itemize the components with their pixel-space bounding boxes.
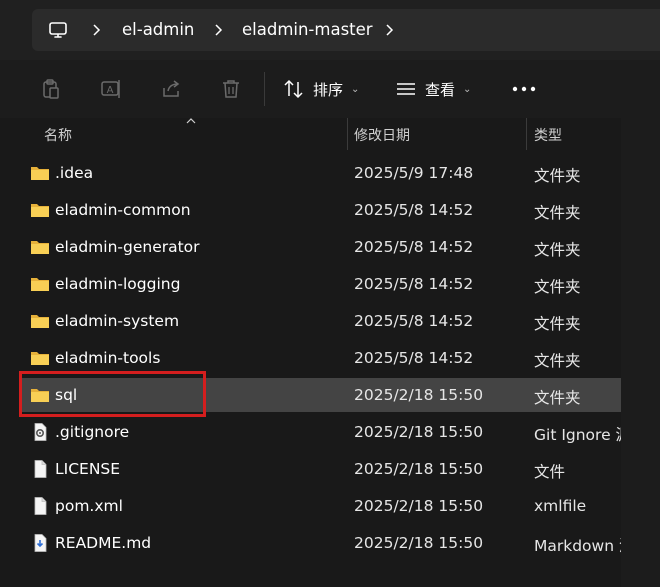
view-label: 查看 xyxy=(425,80,456,99)
chevron-right-icon[interactable] xyxy=(90,21,104,39)
markdown-file-icon xyxy=(30,534,50,552)
file-modified-date: 2025/2/18 15:50 xyxy=(354,534,484,552)
file-type: 文件夹 xyxy=(534,278,581,296)
file-row[interactable]: LICENSE 2025/2/18 15:50 文件 xyxy=(20,452,621,486)
file-type: 文件夹 xyxy=(534,204,581,222)
svg-text:A: A xyxy=(107,85,114,96)
file-name: eladmin-tools xyxy=(55,349,161,367)
command-bar: A 排序 ⌄ 查看 ⌄ xyxy=(0,60,660,119)
file-type: 文件 xyxy=(534,463,566,481)
file-type: Git Ignore 源 xyxy=(534,426,621,444)
file-modified-date: 2025/5/8 14:52 xyxy=(354,275,474,293)
sort-label: 排序 xyxy=(313,80,344,99)
file-name: README.md xyxy=(55,534,152,552)
view-list-icon xyxy=(397,83,415,95)
sort-button[interactable]: 排序 ⌄ xyxy=(283,74,359,104)
address-bar[interactable]: el-admin eladmin-master xyxy=(32,9,660,51)
file-type: 文件夹 xyxy=(534,167,581,185)
file-modified-date: 2025/2/18 15:50 xyxy=(354,386,484,404)
address-bar-area: el-admin eladmin-master xyxy=(0,0,660,60)
file-type: Markdown 源 xyxy=(534,537,621,555)
file-row[interactable]: eladmin-generator 2025/5/8 14:52 文件夹 xyxy=(20,230,621,264)
chevron-down-icon: ⌄ xyxy=(351,83,360,95)
folder-icon xyxy=(30,164,50,182)
share-icon[interactable] xyxy=(160,78,182,100)
file-modified-date: 2025/5/8 14:52 xyxy=(354,201,474,219)
column-type-header[interactable]: 类型 xyxy=(534,125,562,145)
folder-icon xyxy=(30,349,50,367)
file-modified-date: 2025/5/8 14:52 xyxy=(354,312,474,330)
chevron-right-icon[interactable] xyxy=(212,21,226,39)
file-name: pom.xml xyxy=(55,497,123,515)
file-icon xyxy=(30,497,50,515)
highlight-annotation-box xyxy=(19,371,206,417)
file-name: .gitignore xyxy=(55,423,130,441)
column-name-header[interactable]: 名称 xyxy=(44,125,72,145)
paste-icon[interactable] xyxy=(40,78,62,100)
file-modified-date: 2025/2/18 15:50 xyxy=(354,497,484,515)
view-button[interactable]: 查看 ⌄ xyxy=(395,74,471,104)
file-row[interactable]: .gitignore 2025/2/18 15:50 Git Ignore 源 xyxy=(20,415,621,449)
sort-ascending-icon xyxy=(186,118,196,124)
breadcrumb-item-el-admin[interactable]: el-admin xyxy=(122,18,194,42)
chevron-down-icon: ⌄ xyxy=(463,83,472,95)
file-list: 名称 修改日期 类型 .idea 2025/5/9 17:48 文件夹 eladmin… xyxy=(0,118,621,587)
file-icon xyxy=(30,460,50,478)
file-explorer-window: el-admin eladmin-master A 排序 ⌄ 查看 ⌄ 名称 修… xyxy=(0,0,660,587)
file-type: 文件夹 xyxy=(534,389,581,407)
file-name: .idea xyxy=(55,164,94,182)
file-name: eladmin-system xyxy=(55,312,180,330)
file-name: LICENSE xyxy=(55,460,121,478)
settings-file-icon xyxy=(30,423,50,441)
file-modified-date: 2025/5/9 17:48 xyxy=(354,164,474,182)
file-modified-date: 2025/5/8 14:52 xyxy=(354,349,474,367)
command-divider xyxy=(264,72,265,106)
file-type: 文件夹 xyxy=(534,315,581,333)
computer-icon[interactable] xyxy=(48,20,68,40)
file-modified-date: 2025/5/8 14:52 xyxy=(354,238,474,256)
delete-icon[interactable] xyxy=(220,78,242,100)
column-date-header[interactable]: 修改日期 xyxy=(354,125,410,145)
file-type: xmlfile xyxy=(534,497,587,515)
breadcrumb-item-eladmin-master[interactable]: eladmin-master xyxy=(242,18,373,42)
file-type: 文件夹 xyxy=(534,241,581,259)
scrollbar-track[interactable] xyxy=(621,118,660,587)
file-modified-date: 2025/2/18 15:50 xyxy=(354,423,484,441)
sort-icon xyxy=(284,79,303,99)
file-name: eladmin-logging xyxy=(55,275,181,293)
file-type: 文件夹 xyxy=(534,352,581,370)
more-options-icon[interactable] xyxy=(510,80,538,98)
file-row[interactable]: .idea 2025/5/9 17:48 文件夹 xyxy=(20,156,621,190)
folder-icon xyxy=(30,238,50,256)
file-row[interactable]: eladmin-logging 2025/5/8 14:52 文件夹 xyxy=(20,267,621,301)
file-row[interactable]: README.md 2025/2/18 15:50 Markdown 源 xyxy=(20,526,621,560)
column-header: 名称 修改日期 类型 xyxy=(0,118,621,150)
file-row[interactable]: eladmin-system 2025/5/8 14:52 文件夹 xyxy=(20,304,621,338)
file-name: eladmin-generator xyxy=(55,238,200,256)
folder-icon xyxy=(30,201,50,219)
column-divider[interactable] xyxy=(347,118,348,150)
chevron-right-icon[interactable] xyxy=(383,21,397,39)
file-name: eladmin-common xyxy=(55,201,191,219)
folder-icon xyxy=(30,275,50,293)
rename-icon[interactable]: A xyxy=(100,78,122,100)
file-modified-date: 2025/2/18 15:50 xyxy=(354,460,484,478)
folder-icon xyxy=(30,312,50,330)
file-row[interactable]: eladmin-common 2025/5/8 14:52 文件夹 xyxy=(20,193,621,227)
column-divider[interactable] xyxy=(526,118,527,150)
file-row[interactable]: eladmin-tools 2025/5/8 14:52 文件夹 xyxy=(20,341,621,375)
file-row[interactable]: pom.xml 2025/2/18 15:50 xmlfile xyxy=(20,489,621,523)
